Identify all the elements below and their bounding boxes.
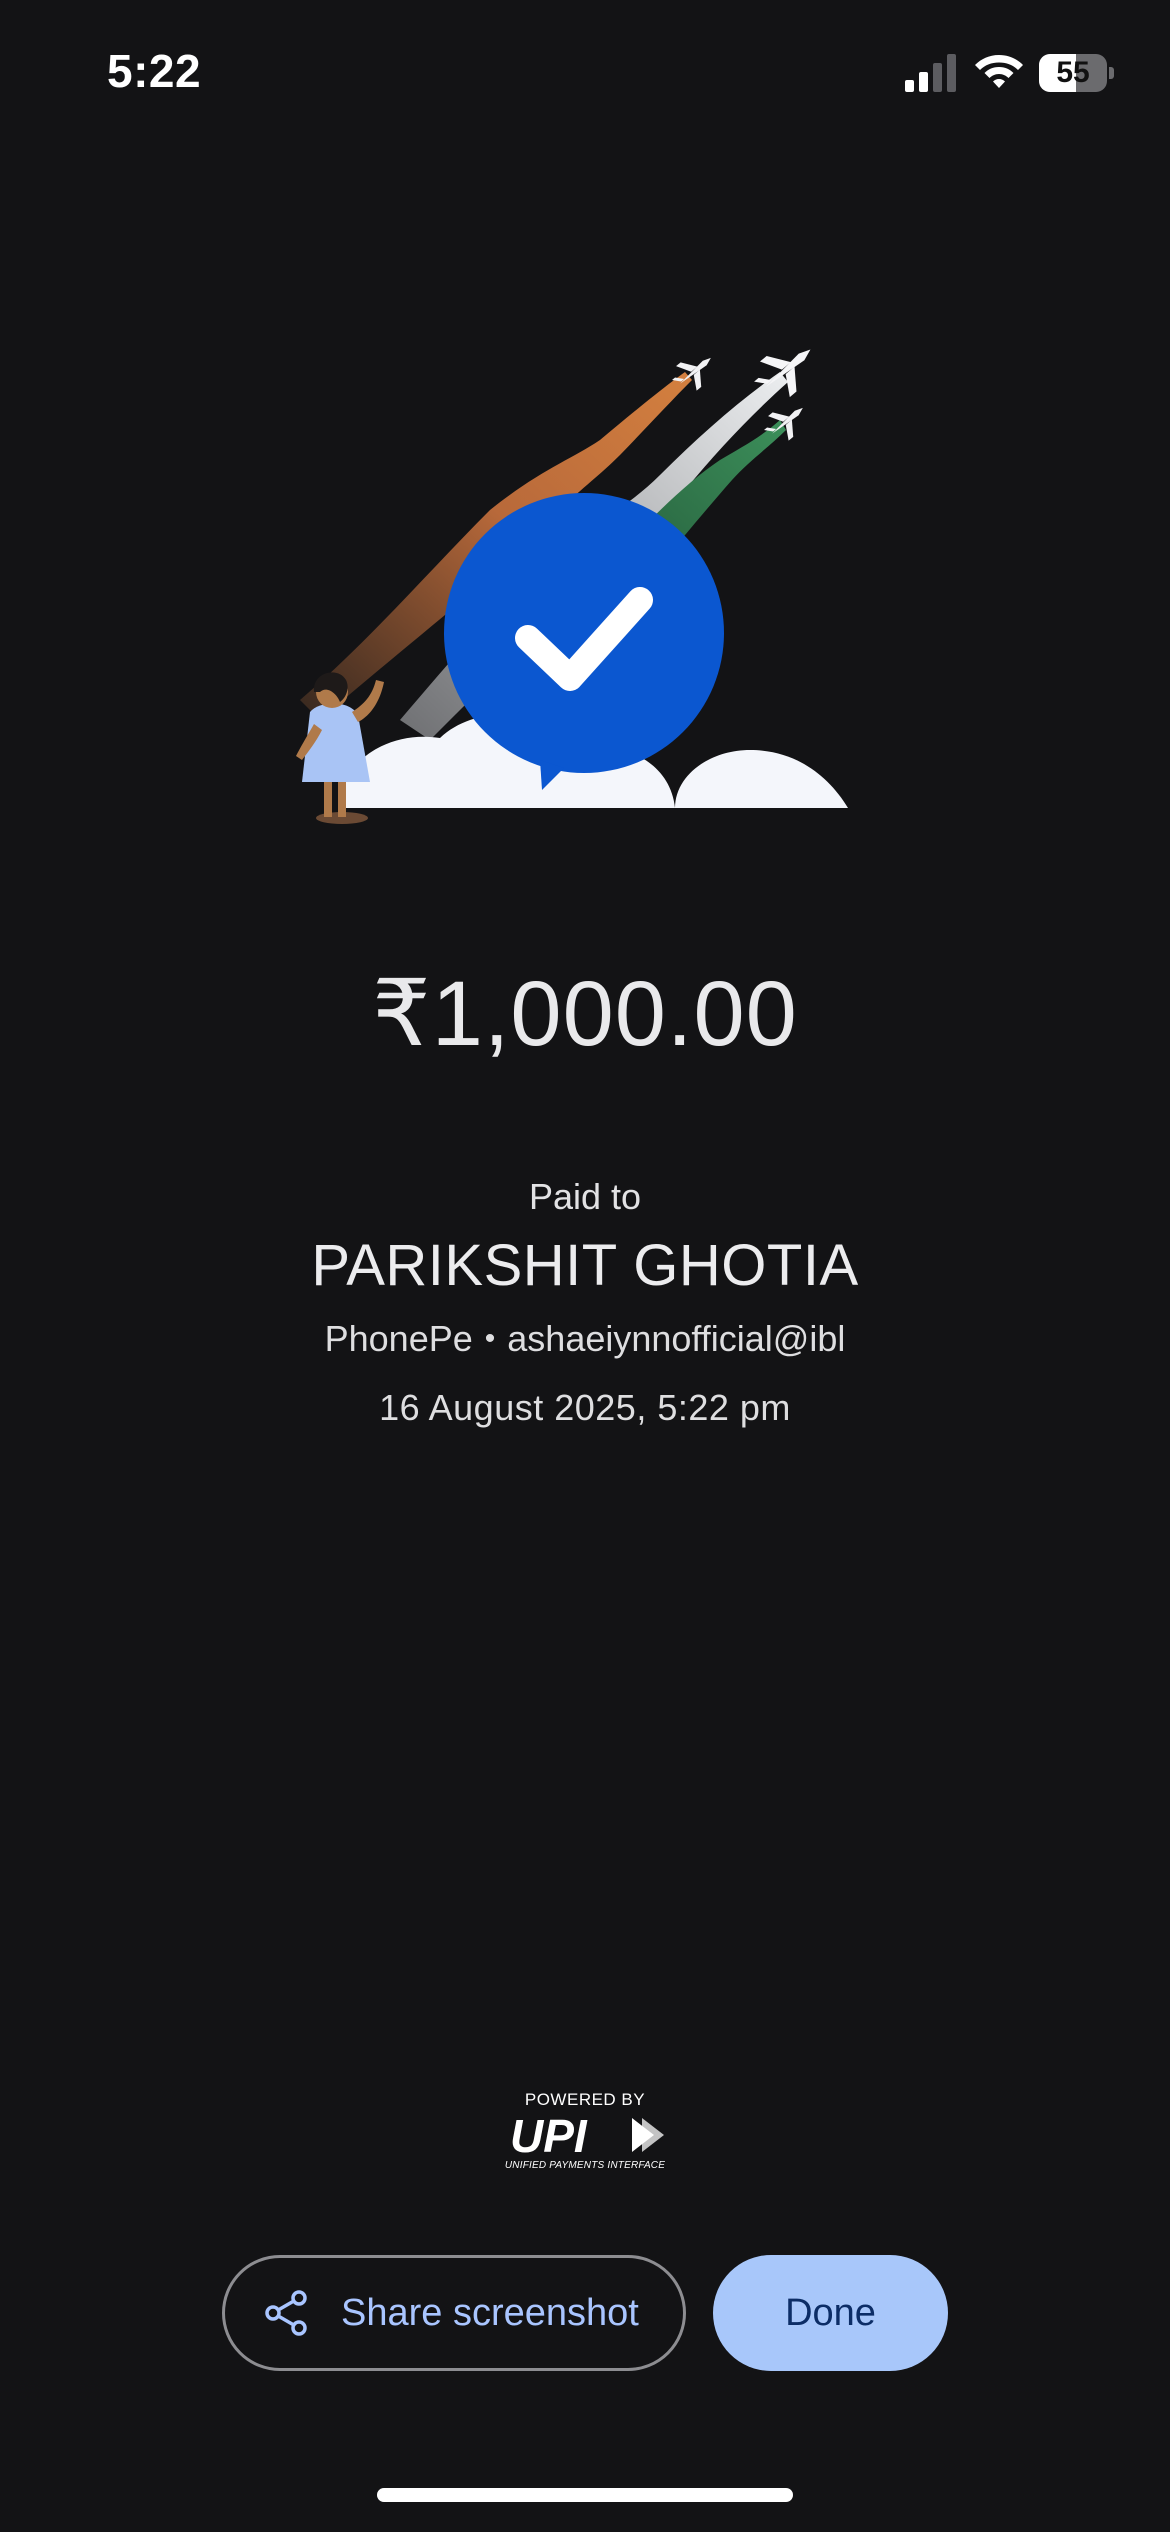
success-illustration [296, 349, 848, 824]
signal-bar [947, 54, 956, 92]
battery-icon: 55 [1039, 54, 1114, 92]
paid-to-label: Paid to [528, 1176, 642, 1217]
share-button-label: Share screenshot [341, 2291, 639, 2334]
success-circle [444, 493, 724, 773]
home-indicator[interactable] [377, 2488, 793, 2502]
done-button-label: Done [785, 2291, 876, 2334]
payment-datetime: 16 August 2025, 5:22 pm [379, 1387, 791, 1428]
signal-bar [905, 80, 914, 92]
battery-level-text: 55 [1056, 56, 1090, 89]
signal-bar [919, 72, 928, 92]
upi-powered-by: POWERED BY [524, 2090, 646, 2109]
payee-app: PhonePe [324, 1318, 473, 1359]
status-bar: 5:22 55 [0, 0, 1170, 150]
upi-subtitle: UNIFIED PAYMENTS INTERFACE [504, 2160, 666, 2171]
payee-details: PhonePe • ashaeiynnofficial@ibl [0, 1318, 1170, 1360]
status-time: 5:22 [107, 45, 202, 97]
wifi-icon [975, 55, 1023, 88]
share-screenshot-button[interactable]: Share screenshot [222, 2255, 686, 2371]
separator-dot: • [484, 1322, 496, 1355]
signal-bar [933, 63, 942, 92]
payment-amount: ₹1,000.00 [372, 963, 798, 1065]
payee-upi-id: ashaeiynnofficial@ibl [507, 1318, 846, 1359]
share-icon [265, 2290, 307, 2336]
upi-logo: POWERED BY UPI UNIFIED PAYMENTS INTERFAC… [500, 2090, 670, 2176]
upi-mark: UPI [510, 2112, 664, 2158]
cellular-signal-icon [905, 54, 956, 92]
done-button[interactable]: Done [713, 2255, 948, 2371]
upi-mark-text: UPI [510, 2112, 588, 2158]
payee-name: PARIKSHIT GHOTIA [311, 1233, 859, 1298]
